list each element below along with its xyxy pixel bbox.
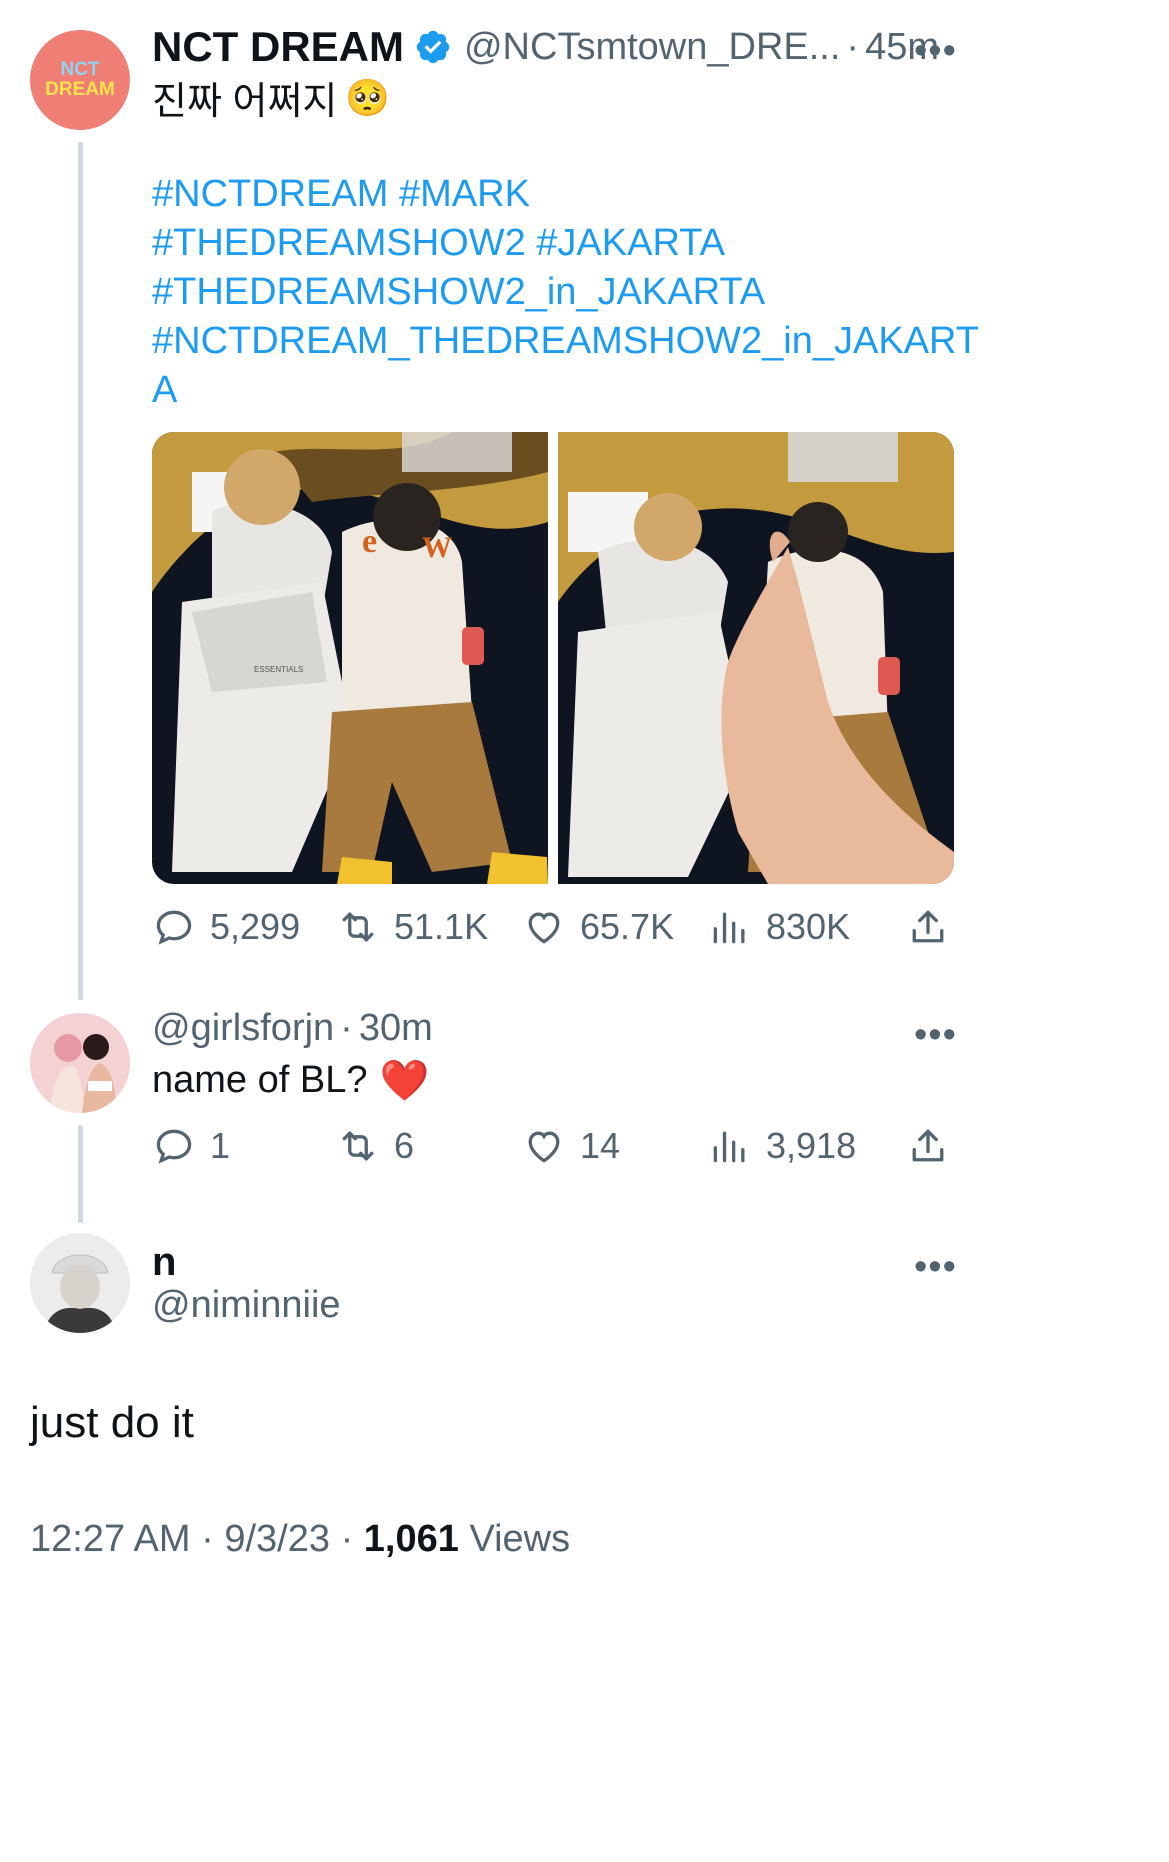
retweet-count: 51.1K	[394, 906, 489, 947]
avatar-logo: NCT DREAM	[45, 59, 115, 100]
reply1-separator: ·	[340, 1007, 353, 1049]
footer-date[interactable]: 9/3/23	[224, 1518, 330, 1560]
tweet-header: NCT DREAM @NCTsmtown_DRE... · 45m	[152, 22, 939, 72]
reply2-handle[interactable]: @niminniie	[152, 1284, 341, 1327]
footer-sep-1: ·	[201, 1518, 214, 1560]
pants-text: ESSENTIALS	[254, 665, 303, 674]
reply2-more-options-icon[interactable]: •••	[914, 1248, 957, 1286]
tweet-photo-1[interactable]: e W ESSENTIALS	[152, 432, 548, 884]
author-handle[interactable]: @NCTsmtown_DRE...	[464, 26, 840, 69]
reply1-share-button[interactable]	[906, 1124, 950, 1168]
reply-button[interactable]: 5,299	[152, 905, 300, 949]
like-button[interactable]: 65.7K	[522, 905, 674, 949]
reply2-avatar[interactable]	[30, 1233, 130, 1333]
reply1-more-options-icon[interactable]: •••	[914, 1016, 957, 1054]
reply-icon	[156, 910, 192, 945]
header-separator: ·	[846, 25, 860, 68]
like-count: 65.7K	[580, 906, 675, 947]
hashtag-line-4[interactable]: #NCTDREAM_THEDREAMSHOW2_in_JAKART	[152, 317, 979, 366]
views-count: 830K	[766, 906, 851, 947]
reply1-header: @girlsforjn · 30m	[152, 1007, 433, 1050]
reply1-time[interactable]: 30m	[359, 1007, 433, 1050]
retweet-icon	[342, 912, 374, 942]
hashtag-line-2[interactable]: #THEDREAMSHOW2 #JAKARTA	[152, 219, 979, 268]
views-icon	[713, 912, 745, 944]
hashtag-line-1[interactable]: #NCTDREAM #MARK	[152, 170, 979, 219]
reply1-views-button[interactable]: 3,918	[708, 1124, 856, 1168]
reply1-reply-button[interactable]: 1	[152, 1124, 230, 1168]
pleading-face-emoji: 🥺	[345, 76, 391, 118]
retweet-button[interactable]: 51.1K	[336, 905, 488, 949]
tweet-footer: 12:27 AM · 9/3/23 · 1,061 Views	[30, 1518, 570, 1561]
views-button[interactable]: 830K	[708, 905, 850, 949]
author-avatar[interactable]: NCT DREAM	[30, 30, 130, 130]
reply1-like-count: 14	[580, 1125, 621, 1166]
heart-icon	[528, 1131, 560, 1163]
reply-count: 5,299	[210, 906, 301, 947]
footer-views-count: 1,061	[363, 1518, 459, 1560]
footer-sep-2: ·	[340, 1518, 354, 1560]
hashtag-block: #NCTDREAM #MARK #THEDREAMSHOW2 #JAKARTA …	[152, 170, 979, 415]
verified-badge-icon	[414, 28, 452, 66]
reply1-text: name of BL? ❤️	[152, 1057, 429, 1104]
reply1-avatar[interactable]	[30, 1013, 130, 1113]
share-button[interactable]	[906, 905, 950, 949]
hashtag-line-5[interactable]: A	[152, 366, 979, 415]
jacket-letter-w: W	[422, 531, 452, 564]
reply2-text: just do it	[30, 1398, 194, 1447]
reply1-retweet-count: 6	[394, 1125, 415, 1166]
reply1-handle[interactable]: @girlsforjn	[152, 1007, 334, 1050]
tweet-photo-2[interactable]	[558, 432, 954, 884]
jacket-letter-e: e	[362, 523, 377, 560]
reply2-name[interactable]: n	[152, 1240, 176, 1285]
footer-time[interactable]: 12:27 AM	[30, 1518, 191, 1560]
share-icon	[912, 910, 944, 943]
views-icon	[713, 1131, 745, 1163]
tweet-text: 진짜 어쩌지 🥺	[152, 70, 390, 125]
thread-line	[78, 142, 83, 1000]
author-name[interactable]: NCT DREAM	[152, 23, 404, 71]
retweet-icon	[342, 1131, 374, 1161]
red-heart-emoji: ❤️	[379, 1059, 430, 1103]
footer-views-label: Views	[469, 1518, 571, 1560]
heart-icon	[528, 912, 560, 944]
share-icon	[912, 1129, 944, 1162]
tweet-body: 진짜 어쩌지	[152, 81, 338, 123]
reply1-like-button[interactable]: 14	[522, 1124, 620, 1168]
hashtag-line-3[interactable]: #THEDREAMSHOW2_in_JAKARTA	[152, 268, 979, 317]
thread-line-2	[78, 1125, 83, 1223]
reply1-views-count: 3,918	[766, 1125, 857, 1166]
more-options-icon[interactable]: •••	[914, 32, 957, 70]
reply1-body: name of BL?	[152, 1059, 368, 1101]
reply1-reply-count: 1	[210, 1125, 231, 1166]
reply1-retweet-button[interactable]: 6	[336, 1124, 414, 1168]
reply-icon	[156, 1129, 192, 1164]
